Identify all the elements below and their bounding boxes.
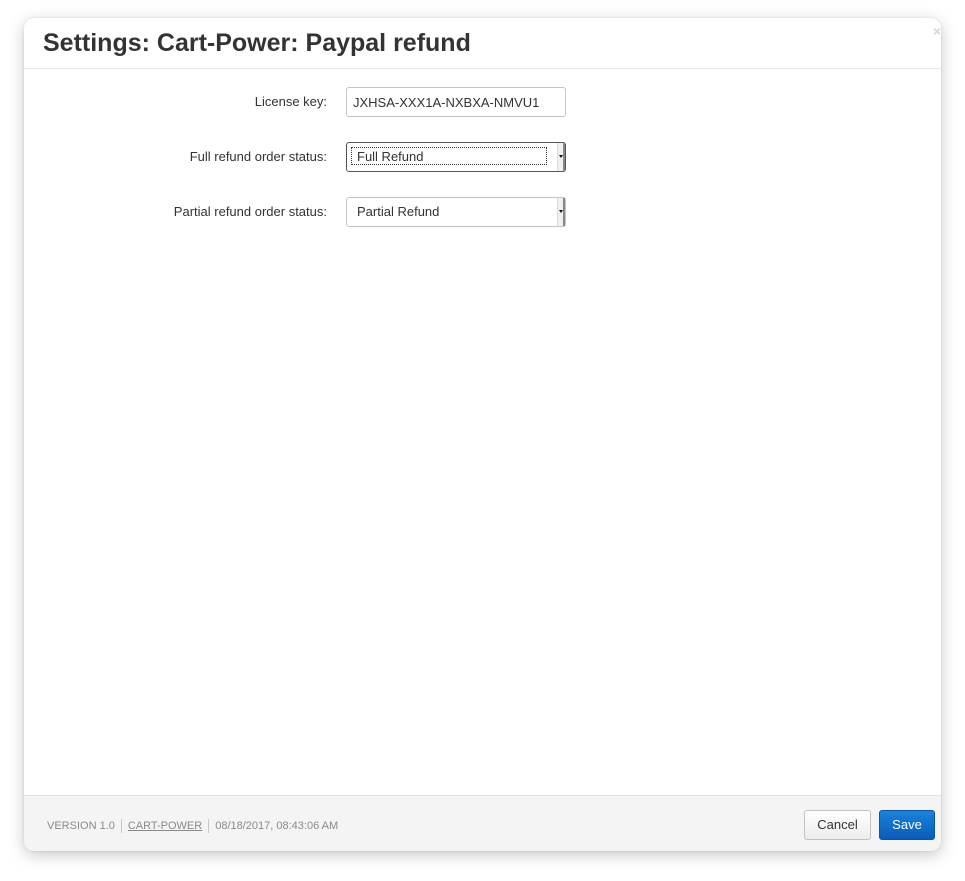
dialog-header: Settings: Cart-Power: Paypal refund ×: [24, 18, 941, 69]
license-key-label: License key:: [254, 94, 327, 109]
partial-refund-status-value: Partial Refund: [357, 204, 440, 219]
full-refund-status-value: Full Refund: [357, 149, 424, 164]
full-refund-status-row: Full refund order status: Full Refund: [24, 142, 941, 172]
settings-dialog: Settings: Cart-Power: Paypal refund × Li…: [24, 18, 941, 851]
partial-refund-status-select[interactable]: Partial Refund: [346, 197, 566, 227]
save-button[interactable]: Save: [879, 810, 935, 840]
full-refund-status-select[interactable]: Full Refund: [346, 142, 566, 172]
chevron-down-icon: [559, 155, 563, 158]
dialog-footer: VERSION 1.0 CART-POWER 08/18/2017, 08:43:0…: [24, 795, 941, 851]
divider: [120, 819, 122, 833]
dropdown-button[interactable]: [557, 198, 565, 226]
close-icon[interactable]: ×: [933, 24, 941, 38]
chevron-down-icon: [559, 210, 563, 213]
dropdown-button[interactable]: [557, 143, 565, 171]
license-key-row: License key:: [24, 87, 941, 117]
license-key-input[interactable]: [346, 87, 566, 117]
dialog-title: Settings: Cart-Power: Paypal refund: [43, 29, 471, 57]
version-text: VERSION 1.0: [47, 820, 115, 832]
partial-refund-status-row: Partial refund order status: Partial Ref…: [24, 197, 941, 227]
timestamp-text: 08/18/2017, 08:43:06 AM: [215, 820, 339, 832]
footer-meta: VERSION 1.0 CART-POWER 08/18/2017, 08:43:0…: [47, 819, 338, 833]
full-refund-status-label: Full refund order status:: [189, 149, 327, 164]
partial-refund-status-label: Partial refund order status:: [173, 204, 327, 219]
divider: [208, 819, 210, 833]
vendor-link[interactable]: CART-POWER: [128, 819, 202, 833]
cancel-button[interactable]: Cancel: [804, 810, 871, 840]
